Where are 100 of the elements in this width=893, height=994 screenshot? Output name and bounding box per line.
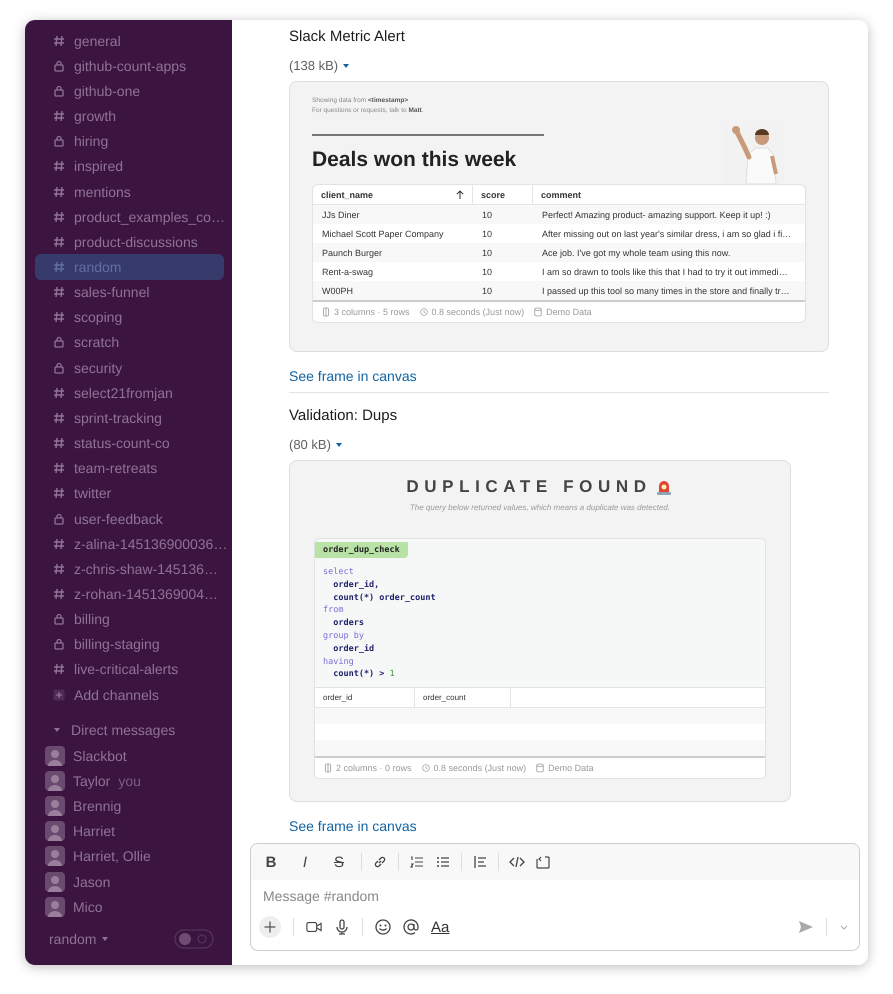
table-cell-text: Perfect! Amazing product- amazing support. Keep it up! :) bbox=[541, 210, 772, 220]
channel-item[interactable]: scoping bbox=[35, 304, 224, 330]
dm-item[interactable]: Mico bbox=[35, 894, 224, 920]
bullet-list-icon[interactable] bbox=[435, 854, 451, 870]
link-icon[interactable] bbox=[372, 854, 388, 870]
database-icon bbox=[534, 307, 542, 317]
channel-item[interactable]: billing-staging bbox=[35, 632, 224, 657]
lock-icon bbox=[53, 638, 65, 650]
hash-icon bbox=[53, 260, 65, 273]
microphone-icon[interactable] bbox=[334, 919, 350, 935]
channel-item[interactable]: product-discussions bbox=[35, 229, 224, 254]
channel-item[interactable]: mentions bbox=[35, 178, 224, 204]
hash-icon bbox=[53, 437, 65, 450]
dm-item[interactable]: Slackbot bbox=[35, 743, 224, 768]
hash-icon bbox=[53, 386, 65, 399]
formatting-button[interactable]: Aa bbox=[431, 918, 450, 936]
column-header[interactable]: client_name bbox=[313, 185, 473, 204]
column-header[interactable]: comment bbox=[533, 185, 805, 204]
workspace-name[interactable]: random bbox=[49, 931, 96, 948]
lock-icon bbox=[53, 362, 65, 374]
channel-item[interactable]: Add channels bbox=[35, 682, 224, 708]
hash-icon bbox=[53, 160, 65, 172]
bold-button[interactable]: B bbox=[259, 854, 283, 870]
channel-item[interactable]: user-feedback bbox=[35, 506, 224, 532]
message-composer[interactable]: B I S Message #random Aa bbox=[250, 843, 860, 951]
mention-icon[interactable] bbox=[403, 919, 419, 935]
channel-item[interactable]: team-retreats bbox=[35, 456, 224, 481]
data-source: Demo Data bbox=[546, 307, 592, 317]
code-line: from bbox=[323, 604, 344, 618]
code-block-icon[interactable] bbox=[535, 854, 551, 870]
channel-item[interactable]: general bbox=[35, 28, 224, 54]
dm-item[interactable]: Harriet, Ollie bbox=[35, 844, 224, 869]
code-icon[interactable] bbox=[509, 854, 525, 870]
avatar-icon bbox=[45, 872, 65, 892]
plus-icon[interactable] bbox=[259, 916, 281, 938]
italic-button[interactable]: I bbox=[293, 854, 317, 870]
channel-item[interactable]: sprint-tracking bbox=[35, 405, 224, 430]
dm-item[interactable]: Harriet bbox=[35, 818, 224, 844]
quote-icon[interactable] bbox=[472, 854, 488, 870]
avatar-icon bbox=[45, 796, 65, 816]
channel-item[interactable]: growth bbox=[35, 103, 224, 129]
channel-item[interactable]: select21fromjan bbox=[35, 380, 224, 406]
hash-icon bbox=[53, 412, 65, 424]
hash-icon bbox=[53, 210, 65, 223]
channel-item[interactable]: security bbox=[35, 355, 224, 380]
channel-item[interactable]: inspired bbox=[35, 154, 224, 179]
table-cell-text: Michael Scott Paper Company bbox=[321, 228, 445, 238]
channel-item[interactable]: github-count-apps bbox=[35, 53, 224, 78]
hash-icon bbox=[53, 311, 65, 324]
column-header[interactable]: order_count bbox=[415, 688, 511, 708]
channel-item[interactable]: z-alina-145136900036… bbox=[35, 531, 224, 556]
column-header[interactable]: order_id bbox=[315, 688, 415, 708]
avatar-icon bbox=[45, 846, 65, 866]
strike-button[interactable]: S bbox=[327, 854, 351, 870]
code-line: order_id, bbox=[332, 578, 380, 592]
report-heading: Deals won this week bbox=[312, 148, 518, 172]
dm-item[interactable]: Jason bbox=[35, 868, 224, 894]
channel-item[interactable]: hiring bbox=[35, 128, 224, 154]
dm-name: Brennig bbox=[73, 798, 122, 814]
channel-item[interactable]: github-one bbox=[35, 78, 224, 104]
hash-icon bbox=[53, 562, 65, 575]
channel-item[interactable]: billing bbox=[35, 606, 224, 632]
dm-name: Slackbot bbox=[73, 748, 127, 764]
hash-icon bbox=[53, 286, 65, 298]
emoji-icon[interactable] bbox=[375, 919, 391, 935]
dm-item[interactable]: Brennig bbox=[35, 794, 224, 819]
table-cell-text: Ace job. I've got my whole team using this now. bbox=[541, 248, 732, 258]
caret-icon bbox=[342, 62, 350, 70]
caret-icon bbox=[53, 726, 61, 734]
hash-icon bbox=[53, 236, 65, 248]
lock-icon bbox=[53, 613, 65, 626]
file-size[interactable]: (138 kB) bbox=[289, 58, 350, 73]
avatar-icon bbox=[45, 770, 65, 791]
table-cell-text: Rent-a-swag bbox=[321, 266, 374, 276]
toggle-icon[interactable] bbox=[174, 929, 214, 950]
section-header[interactable]: Direct messages bbox=[35, 717, 224, 744]
table-cell-text: I am so drawn to tools like this that I had to try it out immedi… bbox=[541, 266, 789, 276]
lock-icon bbox=[53, 336, 65, 348]
channel-item[interactable]: status-count-co bbox=[35, 430, 224, 456]
message-title: Validation: Dups bbox=[289, 407, 398, 426]
numbered-list-icon[interactable] bbox=[409, 854, 425, 870]
channel-item[interactable]: z-chris-shaw-145136… bbox=[35, 556, 224, 582]
channel-item[interactable]: sales-funnel bbox=[35, 280, 224, 305]
alert-heading: DUPLICATE FOUND bbox=[406, 477, 652, 497]
dm-item[interactable]: Taylor you bbox=[35, 768, 224, 794]
channel-item[interactable]: scratch bbox=[35, 330, 224, 356]
channel-item[interactable]: twitter bbox=[35, 480, 224, 506]
video-icon[interactable] bbox=[306, 919, 322, 935]
hash-icon bbox=[53, 110, 65, 122]
message-title: Slack Metric Alert bbox=[289, 28, 406, 47]
canvas-link[interactable]: See frame in canvas bbox=[289, 818, 417, 834]
avatar-icon bbox=[45, 896, 65, 917]
file-size[interactable]: (80 kB) bbox=[289, 437, 343, 452]
channel-item[interactable]: live-critical-alerts bbox=[35, 656, 224, 682]
channel-item[interactable]: product_examples_co… bbox=[35, 204, 224, 230]
channel-item[interactable]: z-rohan-1451369004… bbox=[35, 581, 224, 607]
column-header[interactable]: score bbox=[473, 185, 533, 204]
plus-icon bbox=[53, 688, 65, 701]
lock-icon bbox=[53, 135, 65, 148]
canvas-link[interactable]: See frame in canvas bbox=[289, 368, 417, 384]
